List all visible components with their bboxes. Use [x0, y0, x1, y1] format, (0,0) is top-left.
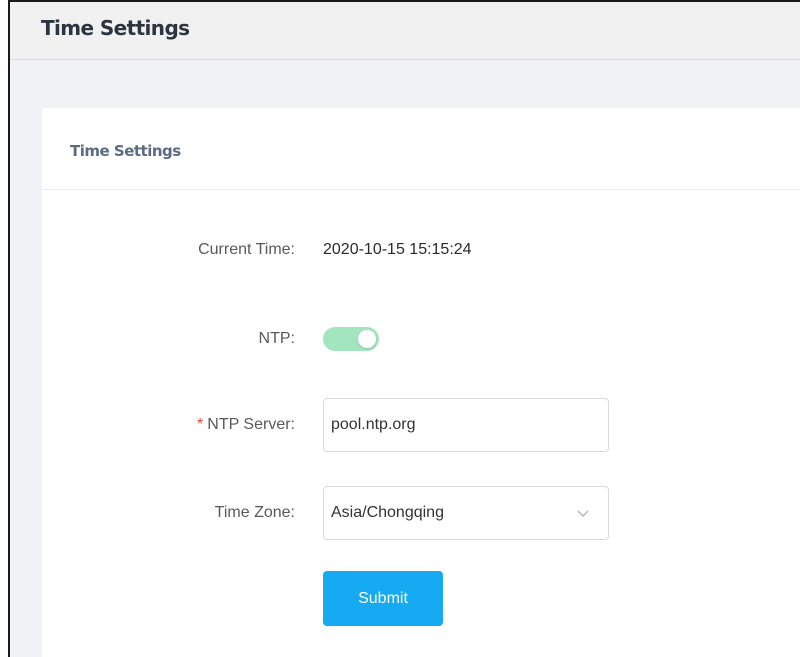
time-zone-row: Time Zone: Asia/Chongqing	[42, 486, 800, 540]
ntp-server-label-text: NTP Server:	[207, 416, 295, 433]
page-title: Time Settings	[41, 16, 190, 40]
toggle-knob	[358, 330, 376, 348]
current-time-row: Current Time: 2020-10-15 15:15:24	[42, 223, 800, 277]
ntp-toggle[interactable]	[323, 327, 379, 351]
current-time-label: Current Time:	[198, 241, 295, 258]
time-settings-card: Time Settings Current Time: 2020-10-15 1…	[42, 108, 800, 657]
time-zone-label: Time Zone:	[214, 504, 295, 521]
chevron-down-icon	[577, 510, 589, 517]
card-header: Time Settings	[42, 108, 800, 190]
ntp-server-input[interactable]	[323, 398, 609, 452]
page-header: Time Settings	[10, 2, 800, 60]
ntp-row: NTP:	[42, 312, 800, 366]
required-mark: *	[197, 416, 204, 433]
ntp-label: NTP:	[258, 330, 295, 347]
ntp-server-label: * NTP Server:	[197, 398, 295, 452]
submit-button[interactable]: Submit	[323, 571, 443, 626]
ntp-server-row: * NTP Server:	[42, 398, 800, 452]
time-zone-select[interactable]: Asia/Chongqing	[323, 486, 609, 540]
current-time-value: 2020-10-15 15:15:24	[323, 241, 472, 258]
time-zone-selected-value: Asia/Chongqing	[331, 504, 444, 521]
window-frame: Time Settings Time Settings Current Time…	[8, 0, 800, 657]
card-title: Time Settings	[70, 142, 181, 160]
